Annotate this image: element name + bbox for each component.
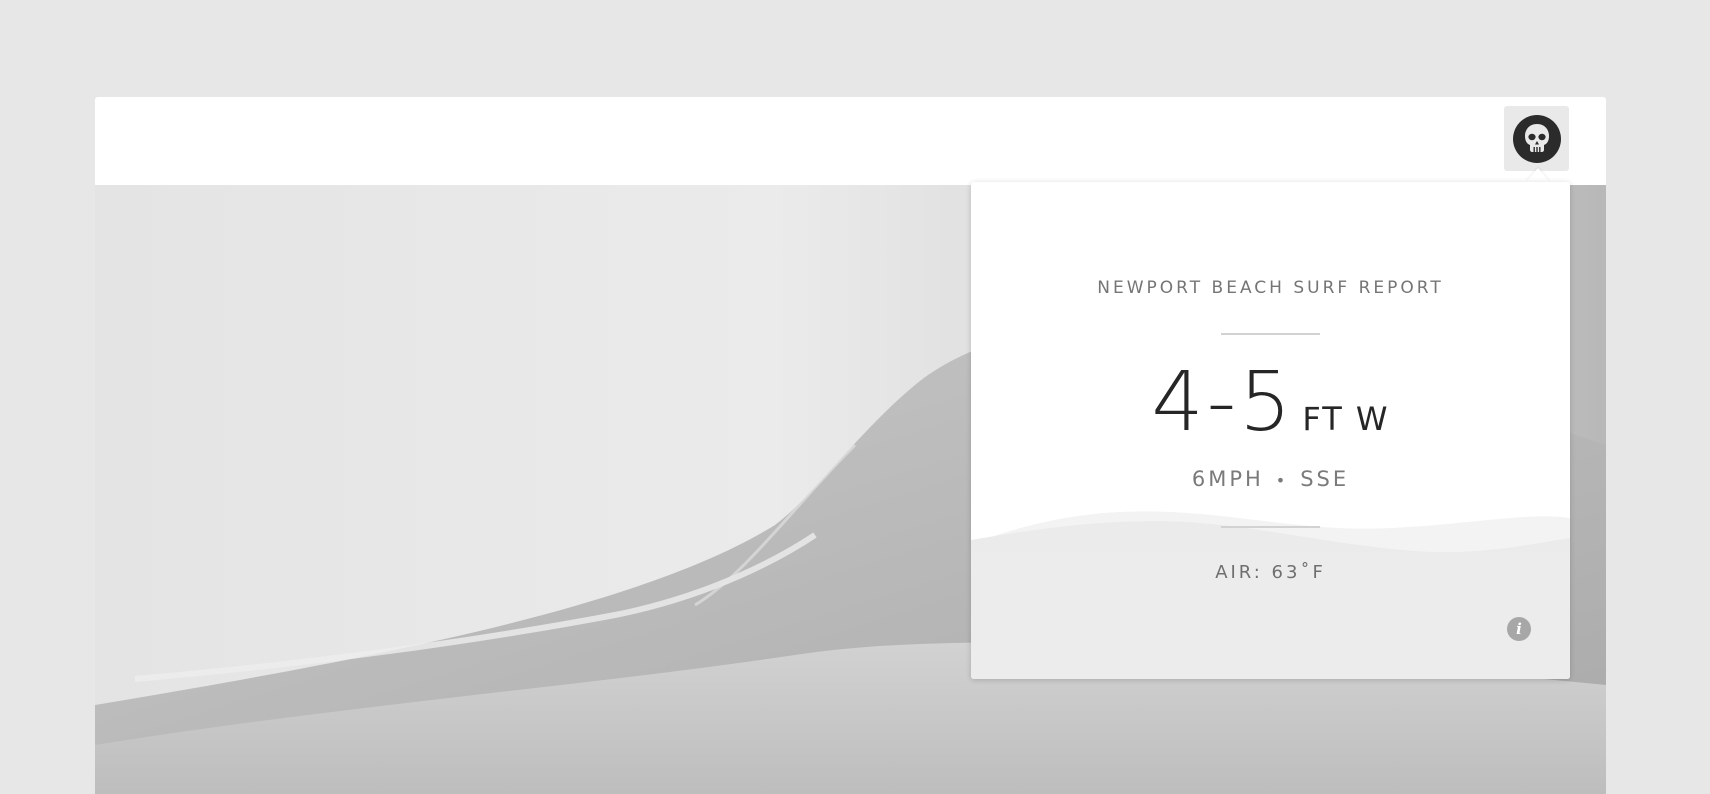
separator: • (1275, 471, 1289, 490)
wind-direction: SSE (1300, 467, 1350, 491)
wave-decoration (971, 511, 1570, 679)
popup-arrow (1526, 168, 1550, 182)
wave-height: 4-5 FT W (971, 362, 1570, 444)
skull-icon (1524, 123, 1549, 152)
user-avatar-button[interactable] (1504, 106, 1569, 171)
info-icon[interactable]: i (1507, 617, 1531, 641)
top-bar (95, 97, 1606, 185)
wind-speed: 6MPH (1191, 467, 1264, 491)
air-temperature: AIR: 63˚F (1215, 562, 1326, 583)
avatar (1512, 114, 1561, 163)
info-glyph: i (1516, 620, 1522, 638)
report-title: NEWPORT BEACH SURF REPORT (1097, 278, 1444, 298)
wave-height-value: 4-5 (1151, 355, 1295, 450)
surf-report-popup: NEWPORT BEACH SURF REPORT 4-5 FT W 6MPH • S… (971, 182, 1570, 679)
divider (1221, 333, 1320, 335)
wave-height-unit: FT W (1302, 400, 1390, 438)
divider (1221, 526, 1320, 528)
wind-info: 6MPH • SSE (971, 467, 1570, 491)
